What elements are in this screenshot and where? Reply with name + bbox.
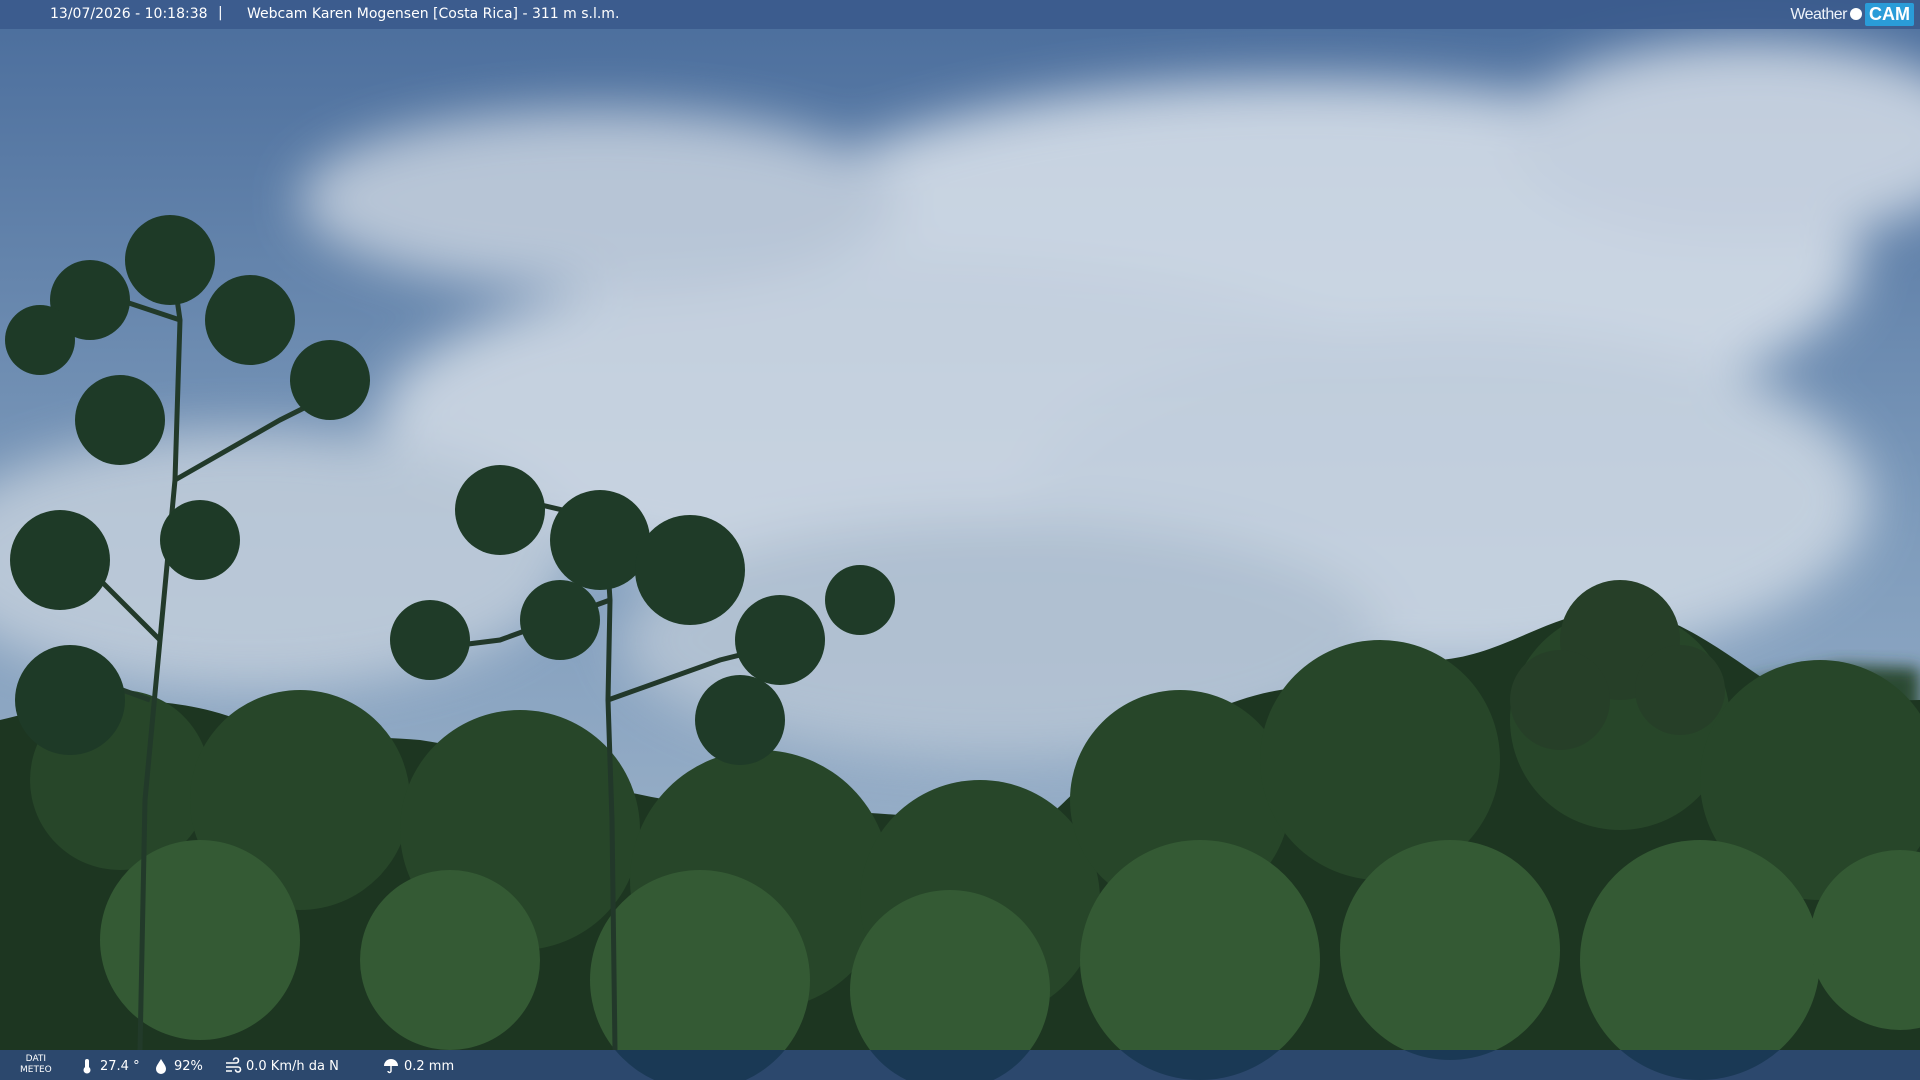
humidity-drop-icon [156,1059,166,1074]
weather-data-label: DATI METEO [20,1054,52,1076]
rain-value: 0.2 mm [404,1058,455,1074]
thermometer-icon [83,1059,91,1074]
logo-dot-icon [1850,7,1862,20]
umbrella-icon [384,1059,398,1074]
humidity-value: 92% [174,1058,203,1074]
logo-text-cam: CAM [1865,3,1914,26]
humidity-reading: 92% [152,1057,203,1075]
timestamp: 13/07/2026 - 10:18:38 [50,6,208,22]
caption-separator: | [218,5,223,21]
caption-bar: 13/07/2026 - 10:18:38 | Webcam Karen Mog… [0,0,1920,29]
weather-data-bar: DATI METEO 27.4 ° 92% 0.0 Km/h da N 0.2 … [0,1050,1920,1080]
weather-data-label-line2: METEO [20,1065,52,1075]
rain-reading: 0.2 mm [382,1057,454,1075]
wind-value: 0.0 Km/h da N [246,1058,339,1074]
temperature-reading: 27.4 ° [78,1057,140,1075]
weathercam-logo: Weather CAM [1790,0,1920,29]
camera-title: Webcam Karen Mogensen [Costa Rica] - 311… [247,6,620,22]
wind-reading: 0.0 Km/h da N [224,1057,339,1075]
temperature-value: 27.4 ° [100,1058,140,1074]
weather-data-label-line1: DATI [25,1054,47,1064]
logo-text-weather: Weather [1790,5,1847,23]
webcam-scene [0,0,1920,1080]
wind-icon [226,1057,242,1073]
